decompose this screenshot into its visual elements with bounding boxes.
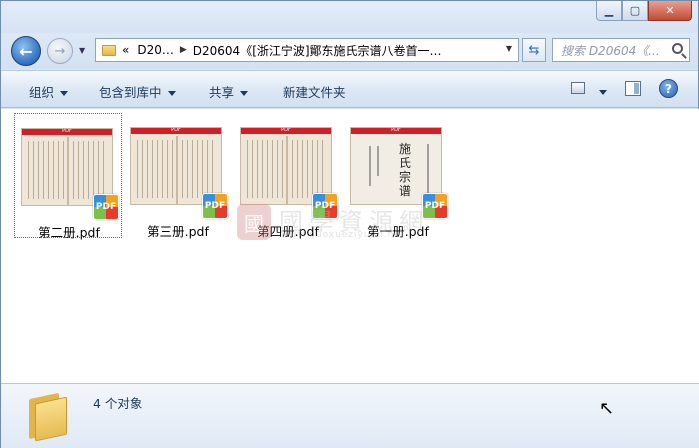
chevron-down-icon: [599, 90, 607, 95]
folder-icon: [27, 392, 69, 442]
close-button[interactable]: ✕: [648, 1, 692, 21]
caption-buttons: ▁ ▢ ✕: [596, 1, 692, 21]
breadcrumb-overflow[interactable]: «: [122, 43, 129, 57]
file-name: 第二册.pdf: [38, 225, 100, 240]
chevron-down-icon: [240, 91, 249, 96]
back-button[interactable]: ←: [11, 36, 41, 66]
file-item[interactable]: PDF PDF 第三册.pdf: [124, 113, 232, 239]
pdf-banner-label: PDF: [62, 128, 72, 134]
search-placeholder: 搜索 D20604《...: [561, 43, 660, 58]
file-list: PDF PDF 第二册.pdf PDF PDF 第三册.pdf PDF PDF: [1, 109, 699, 383]
mouse-cursor-icon: ↖: [599, 398, 615, 419]
page-divider: [286, 136, 288, 204]
cover-title: 施氏宗谱: [399, 142, 412, 198]
recent-pages-dropdown-icon[interactable]: ▼: [79, 46, 85, 55]
change-view-icon[interactable]: [571, 82, 585, 94]
maximize-button[interactable]: ▢: [622, 1, 648, 21]
page-text-column: [427, 144, 429, 196]
site-watermark: 國 國學資源網 www.guoxueziyuan.net: [237, 204, 467, 244]
help-icon[interactable]: ?: [659, 79, 678, 98]
folder-icon: [102, 44, 116, 56]
chevron-down-icon: [60, 91, 69, 96]
search-icon[interactable]: [672, 43, 683, 54]
address-dropdown-icon[interactable]: ▼: [506, 44, 512, 53]
pdf-banner: PDF: [351, 128, 441, 134]
breadcrumb-chevron-icon[interactable]: ▶: [180, 45, 187, 55]
refresh-button[interactable]: ⇆: [522, 38, 546, 62]
navigation-row: ← → ▼ « D20… ▶ D20604《[浙江宁波]鄮东施氏宗谱八卷首一… …: [1, 33, 698, 69]
pdf-banner: PDF: [241, 128, 331, 134]
minimize-button[interactable]: ▁: [596, 1, 622, 21]
file-name: 第三册.pdf: [147, 224, 209, 239]
new-folder-label: 新建文件夹: [283, 85, 346, 100]
new-folder-button[interactable]: 新建文件夹: [283, 82, 346, 101]
include-in-library-menu[interactable]: 包含到库中: [99, 82, 176, 101]
breadcrumb-item-parent[interactable]: D20…: [137, 43, 174, 57]
pdf-banner-label: PDF: [391, 127, 401, 133]
title-bar: ▁ ▢ ✕: [1, 1, 698, 33]
pdf-badge-label: PDF: [204, 201, 226, 211]
back-arrow-icon: ←: [19, 41, 33, 61]
file-item[interactable]: PDF PDF 第二册.pdf: [14, 113, 122, 240]
pdf-banner-label: PDF: [171, 127, 181, 133]
forward-arrow-icon: →: [54, 43, 66, 59]
pdf-badge-label: PDF: [95, 202, 117, 212]
pdf-file-icon: PDF: [93, 194, 119, 220]
forward-button[interactable]: →: [47, 38, 73, 64]
view-options-dropdown[interactable]: [593, 84, 607, 99]
page-divider: [67, 137, 69, 205]
watermark-url: www.guoxueziyuan.net: [281, 230, 406, 240]
preview-pane-icon[interactable]: [625, 81, 641, 96]
page-divider: [176, 136, 178, 204]
pdf-banner: PDF: [131, 128, 221, 134]
pdf-file-icon: PDF: [202, 193, 228, 219]
address-bar[interactable]: « D20… ▶ D20604《[浙江宁波]鄮东施氏宗谱八卷首一… ▼: [95, 38, 519, 62]
search-input[interactable]: 搜索 D20604《...: [552, 38, 690, 62]
organize-label: 组织: [29, 85, 55, 100]
item-count: 4 个对象: [93, 396, 143, 411]
chevron-down-icon: [167, 91, 176, 96]
pdf-banner-label: PDF: [281, 127, 291, 133]
page-text-column: [369, 146, 371, 186]
refresh-icon: ⇆: [528, 42, 540, 58]
pdf-banner: PDF: [22, 129, 112, 135]
share-menu[interactable]: 共享: [209, 82, 249, 101]
page-text-column: [377, 146, 379, 176]
share-label: 共享: [209, 85, 235, 100]
details-pane: 4 个对象 ↖: [1, 383, 699, 448]
organize-menu[interactable]: 组织: [29, 82, 69, 101]
command-bar: 组织 包含到库中 共享 新建文件夹 ?: [1, 70, 698, 108]
explorer-window: ▁ ▢ ✕ ← → ▼ « D20… ▶ D20604《[浙江宁波]鄮东施氏宗谱…: [0, 0, 699, 448]
watermark-logo: 國: [237, 204, 271, 240]
include-in-library-label: 包含到库中: [99, 85, 162, 100]
breadcrumb-item-current[interactable]: D20604《[浙江宁波]鄮东施氏宗谱八卷首一…: [193, 42, 442, 59]
